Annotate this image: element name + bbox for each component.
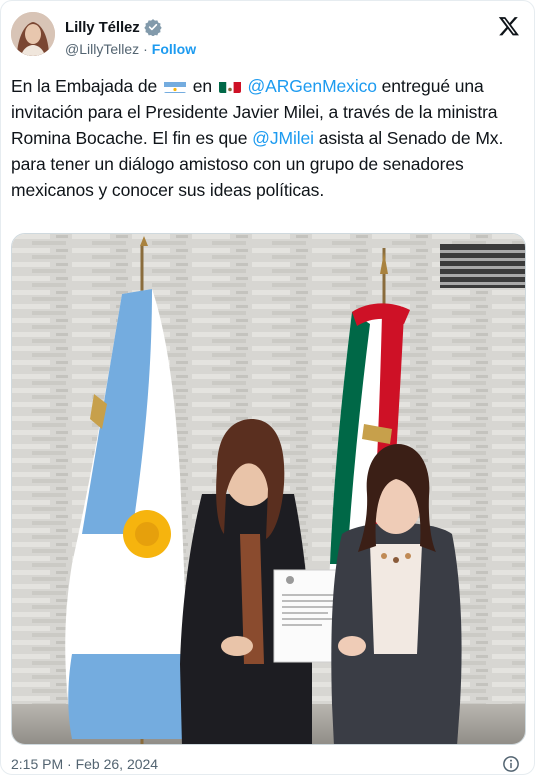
separator-dot: · (143, 41, 148, 57)
info-icon[interactable] (502, 755, 520, 773)
author-handle[interactable]: @LillyTellez (65, 41, 139, 57)
tweet-text: En la Embajada de en @ARGenMexico entreg… (11, 73, 526, 203)
author-display-name[interactable]: Lilly Téllez (65, 19, 140, 36)
author-handle-row: @LillyTellez · Follow (65, 41, 196, 57)
verified-badge-icon (143, 18, 162, 37)
tweet-text-part: En la Embajada de (11, 76, 158, 96)
photo-illustration (12, 234, 525, 744)
tweet-card: Lilly Téllez @LillyTellez · Follow En la… (0, 0, 535, 775)
profile-avatar[interactable] (11, 12, 55, 56)
tweet-text-part: en (192, 76, 212, 96)
mexico-flag-emoji (218, 78, 241, 93)
follow-button[interactable]: Follow (152, 41, 196, 57)
mention-link[interactable]: @JMilei (252, 128, 314, 148)
embassy-photo[interactable] (11, 233, 526, 745)
x-logo-icon[interactable] (498, 15, 520, 37)
avatar-image (11, 12, 55, 56)
argentina-flag-emoji (163, 78, 186, 93)
author-name-row: Lilly Téllez (65, 18, 162, 37)
tweet-timestamp[interactable]: 2:15 PM · Feb 26, 2024 (11, 756, 158, 772)
mention-link[interactable]: @ARGenMexico (248, 76, 377, 96)
